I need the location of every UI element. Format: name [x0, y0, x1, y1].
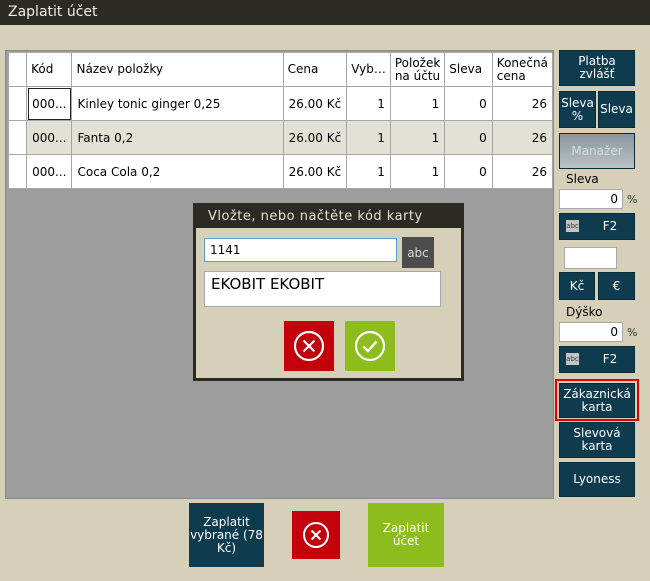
pay-selected-label: Zaplatit vybrané (78 Kč)	[190, 514, 263, 555]
cell-on-account[interactable]: 1	[389, 120, 446, 155]
keyboard-label: abc	[407, 245, 429, 260]
pay-account-label: Zaplatit účet	[382, 521, 430, 548]
card-code-input[interactable]: 1141	[204, 238, 397, 262]
keyboard-icon: abc	[566, 353, 579, 365]
tip-field-label: Dýško	[566, 305, 603, 319]
column-header-code[interactable]: Kód	[26, 52, 73, 87]
dialog-confirm-button[interactable]	[345, 321, 395, 371]
cell-code[interactable]: 000...	[26, 86, 73, 121]
column-header-discount[interactable]: Sleva	[444, 52, 493, 87]
row-selector[interactable]	[7, 86, 28, 121]
tip-unit: %	[627, 326, 638, 339]
czk-label: Kč	[569, 278, 585, 293]
cell-code[interactable]: 000...	[26, 154, 73, 189]
pay-separately-button[interactable]: Platba zvlášť	[559, 50, 635, 86]
cell-discount[interactable]: 0	[444, 120, 493, 155]
table-header-row: Kód Název položky Cena Vyb… Položek na ú…	[7, 52, 554, 87]
column-header-on-account[interactable]: Položek na účtu	[389, 52, 446, 87]
cell-name[interactable]: Coca Cola 0,2	[71, 154, 284, 189]
table-row[interactable]: 000... Coca Cola 0,2 26.00 Kč 1 1 0 26	[7, 154, 554, 189]
cell-code[interactable]: 000...	[26, 120, 73, 155]
cancel-icon	[303, 522, 329, 548]
discount-label: Sleva	[600, 102, 633, 116]
cell-price[interactable]: 26.00 Kč	[282, 120, 348, 155]
cell-price[interactable]: 26.00 Kč	[282, 86, 348, 121]
row-selector[interactable]	[7, 154, 28, 189]
column-header-name[interactable]: Název položky	[71, 52, 284, 87]
cell-discount[interactable]: 0	[444, 86, 493, 121]
checkmark-icon	[354, 330, 386, 362]
cancel-payment-button[interactable]	[292, 511, 340, 559]
eur-label: €	[612, 278, 621, 293]
discount-input[interactable]: 0	[559, 189, 623, 209]
discount-field-label: Sleva	[566, 172, 599, 186]
f2-label: F2	[602, 219, 618, 233]
currency-eur-button[interactable]: €	[598, 272, 635, 300]
cell-selected[interactable]: 1	[346, 120, 391, 155]
column-header-final-price[interactable]: Konečná cena	[491, 52, 554, 87]
lyoness-label: Lyoness	[573, 472, 621, 486]
window-title: Zaplatit účet	[8, 4, 98, 20]
customer-name-field: EKOBIT EKOBIT	[204, 271, 441, 307]
table-row[interactable]: 000... Fanta 0,2 26.00 Kč 1 1 0 26	[7, 120, 554, 155]
lyoness-button[interactable]: Lyoness	[559, 462, 635, 497]
discount-card-label: Slevová karta	[573, 426, 621, 453]
row-selector-header	[7, 52, 28, 87]
cell-final-price[interactable]: 26	[491, 86, 554, 121]
cancel-icon	[293, 330, 325, 362]
discount-card-button[interactable]: Slevová karta	[559, 422, 635, 458]
pay-selected-button[interactable]: Zaplatit vybrané (78 Kč)	[189, 503, 264, 567]
keyboard-button[interactable]: abc	[402, 237, 434, 268]
discount-percent-button[interactable]: Sleva %	[559, 91, 596, 128]
cell-price[interactable]: 26.00 Kč	[282, 154, 348, 189]
cell-selected[interactable]: 1	[346, 154, 391, 189]
dialog-title: Vložte, nebo načtěte kód karty	[196, 206, 461, 228]
card-code-dialog: Vložte, nebo načtěte kód karty 1141 abc …	[193, 203, 464, 381]
discount-unit: %	[627, 193, 638, 206]
column-header-selected[interactable]: Vyb…	[346, 52, 391, 87]
currency-amount-input[interactable]	[564, 247, 617, 269]
currency-czk-button[interactable]: Kč	[559, 272, 595, 300]
discount-percent-label: Sleva %	[561, 95, 594, 123]
dialog-cancel-button[interactable]	[284, 321, 334, 371]
f2-label: F2	[602, 352, 618, 366]
customer-card-button[interactable]: Zákaznická karta	[559, 383, 635, 418]
pay-separately-label: Platba zvlášť	[578, 54, 616, 81]
row-selector[interactable]	[7, 120, 28, 155]
cell-on-account[interactable]: 1	[389, 154, 446, 189]
pay-account-button[interactable]: Zaplatit účet	[368, 503, 444, 567]
cell-final-price[interactable]: 26	[491, 154, 554, 189]
discount-button[interactable]: Sleva	[598, 91, 635, 128]
keyboard-icon: abc	[566, 220, 579, 232]
cell-discount[interactable]: 0	[444, 154, 493, 189]
table-row[interactable]: 000... Kinley tonic ginger 0,25 26.00 Kč…	[7, 86, 554, 121]
tip-input[interactable]: 0	[559, 322, 623, 342]
customer-card-label: Zákaznická karta	[563, 386, 631, 414]
cell-name[interactable]: Kinley tonic ginger 0,25	[71, 86, 284, 121]
column-header-price[interactable]: Cena	[282, 52, 348, 87]
cell-selected[interactable]: 1	[346, 86, 391, 121]
items-table: Kód Název položky Cena Vyb… Položek na ú…	[7, 52, 554, 189]
manager-button[interactable]: Manažer	[559, 133, 635, 169]
cell-name[interactable]: Fanta 0,2	[71, 120, 284, 155]
cell-on-account[interactable]: 1	[389, 86, 446, 121]
manager-label: Manažer	[571, 143, 623, 158]
cell-final-price[interactable]: 26	[491, 120, 554, 155]
window-title-bar: Zaplatit účet	[0, 0, 650, 25]
